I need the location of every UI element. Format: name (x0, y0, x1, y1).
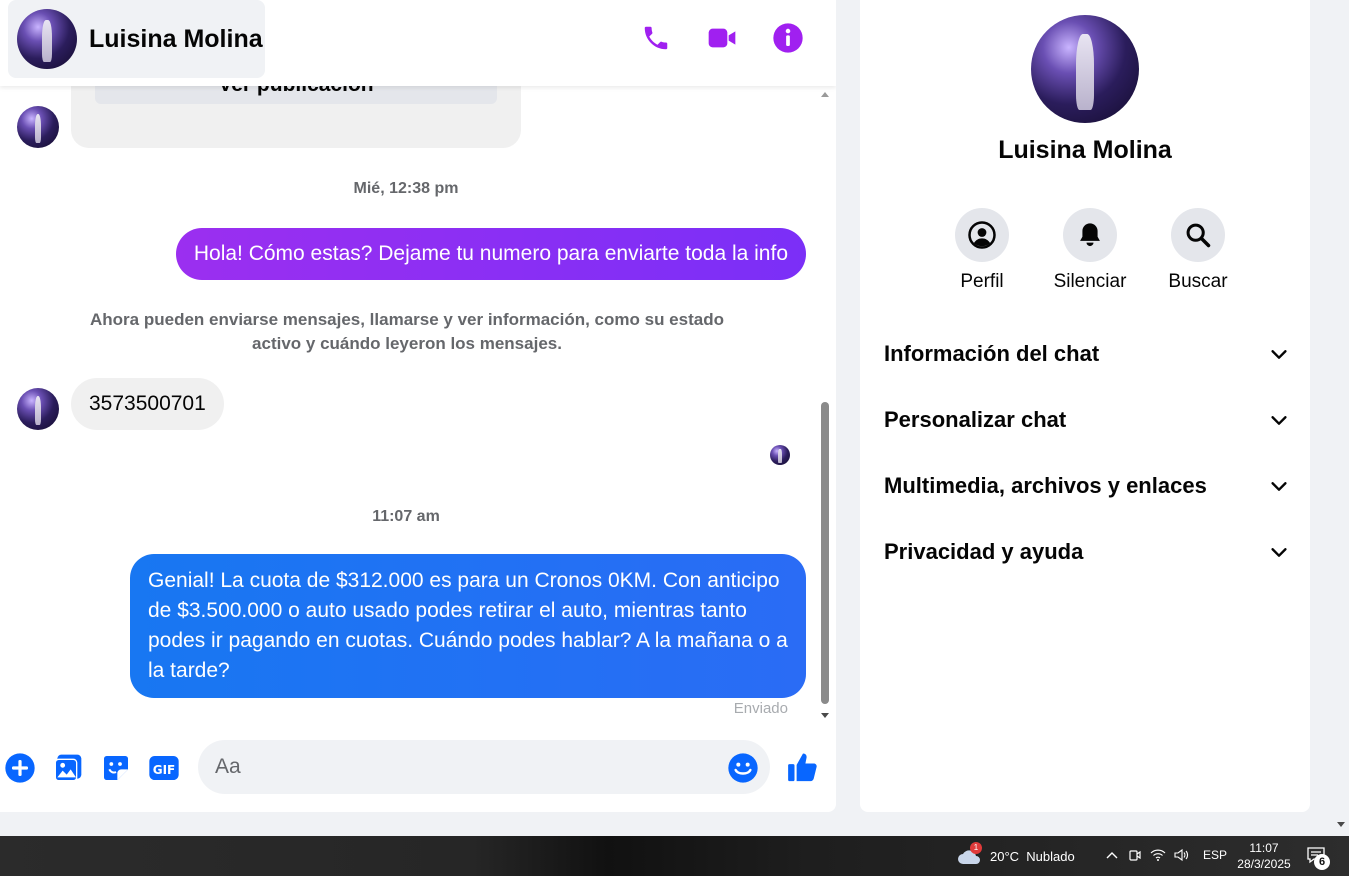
language-indicator[interactable]: ESP (1203, 848, 1227, 862)
section-chat-info[interactable]: Información del chat (884, 321, 1290, 387)
contact-avatar[interactable] (17, 388, 59, 430)
plus-icon[interactable] (4, 752, 36, 784)
incoming-message[interactable]: 3573500701 (71, 378, 224, 430)
message-input[interactable] (198, 740, 770, 794)
clock[interactable]: 11:07 28/3/2025 (1232, 840, 1296, 872)
wifi-icon[interactable] (1150, 846, 1166, 864)
weather-alert-badge: 1 (970, 842, 982, 854)
system-tray (1104, 846, 1189, 864)
contact-avatar (17, 9, 77, 69)
profile-button[interactable]: Perfil (928, 208, 1036, 293)
scroll-up-arrow[interactable] (821, 92, 829, 97)
contact-profile-button[interactable]: Luisina Molina (8, 0, 265, 78)
section-media-files-links[interactable]: Multimedia, archivos y enlaces (884, 453, 1290, 519)
info-icon[interactable] (772, 22, 804, 54)
weather-text: 20°C Nublado (990, 848, 1075, 864)
message-scrollbar[interactable] (818, 86, 832, 726)
chat-panel: Ver publicación Mié, 12:38 pm Hola! Cómo… (0, 0, 836, 812)
mute-button[interactable]: Silenciar (1036, 208, 1144, 293)
quick-action-label: Perfil (960, 271, 1004, 292)
quick-action-label: Silenciar (1053, 271, 1127, 292)
volume-icon[interactable] (1173, 846, 1189, 864)
chevron-down-icon (1271, 416, 1287, 425)
chevron-down-icon (1271, 482, 1287, 491)
clock-date: 28/3/2025 (1237, 857, 1291, 871)
search-button[interactable]: Buscar (1144, 208, 1252, 293)
image-icon[interactable] (52, 752, 84, 784)
section-privacy-help[interactable]: Privacidad y ayuda (884, 519, 1290, 585)
message-timestamp: Mié, 12:38 pm (353, 180, 459, 197)
contact-avatar-large[interactable] (1031, 15, 1139, 123)
video-camera-icon[interactable] (706, 22, 738, 54)
bell-icon (1063, 208, 1117, 262)
quick-action-label: Buscar (1168, 271, 1228, 292)
sticker-icon[interactable] (100, 752, 132, 784)
chevron-down-icon (1271, 350, 1287, 359)
section-label: Información del chat (884, 341, 1100, 366)
outgoing-message[interactable]: Hola! Cómo estas? Dejame tu numero para … (175, 228, 806, 280)
cloud-icon: 1 (956, 842, 982, 866)
chat-header: Luisina Molina (0, 0, 836, 86)
info-sections: Información del chat Personalizar chat M… (884, 321, 1290, 585)
gif-icon[interactable]: GIF (148, 752, 180, 784)
meet-now-icon[interactable] (1127, 846, 1143, 864)
contact-name: Luisina Molina (998, 136, 1172, 164)
emoji-icon[interactable] (727, 752, 759, 784)
phone-icon[interactable] (640, 22, 672, 54)
message-timestamp: 11:07 am (372, 508, 440, 525)
outgoing-message[interactable]: Genial! La cuota de $312.000 es para un … (130, 554, 806, 698)
quick-actions: Perfil Silenciar Buscar (928, 208, 1252, 293)
composer: GIF (0, 726, 836, 812)
contact-name: Luisina Molina (89, 24, 263, 53)
section-label: Privacidad y ayuda (884, 539, 1084, 564)
svg-text:GIF: GIF (153, 763, 176, 777)
clock-time: 11:07 (1249, 841, 1279, 855)
profile-icon (955, 208, 1009, 262)
contact-info-panel: Luisina Molina Perfil Silenciar Buscar I… (860, 0, 1310, 812)
system-notice: Ahora pueden enviarse mensajes, llamarse… (90, 310, 724, 353)
section-label: Multimedia, archivos y enlaces (884, 473, 1207, 498)
contact-avatar[interactable] (17, 106, 59, 148)
scroll-down-arrow[interactable] (821, 713, 829, 718)
chevron-down-icon (1271, 548, 1287, 557)
scroll-thumb[interactable] (821, 402, 829, 704)
taskbar: 1 20°C Nublado ESP 11:07 28/3/2025 6 (0, 836, 1349, 876)
message-list[interactable]: Ver publicación Mié, 12:38 pm Hola! Cómo… (0, 66, 836, 726)
chevron-up-icon[interactable] (1104, 846, 1120, 864)
search-icon (1171, 208, 1225, 262)
section-label: Personalizar chat (884, 407, 1067, 432)
page-scroll-down-arrow[interactable] (1337, 822, 1345, 827)
notification-count-badge: 6 (1314, 854, 1330, 870)
thumbs-up-icon[interactable] (786, 750, 820, 784)
section-customize-chat[interactable]: Personalizar chat (884, 387, 1290, 453)
weather-widget[interactable]: 1 20°C Nublado (956, 842, 1075, 866)
sent-status: Enviado (733, 700, 788, 717)
header-actions (640, 22, 804, 54)
read-receipt-avatar (770, 445, 790, 465)
